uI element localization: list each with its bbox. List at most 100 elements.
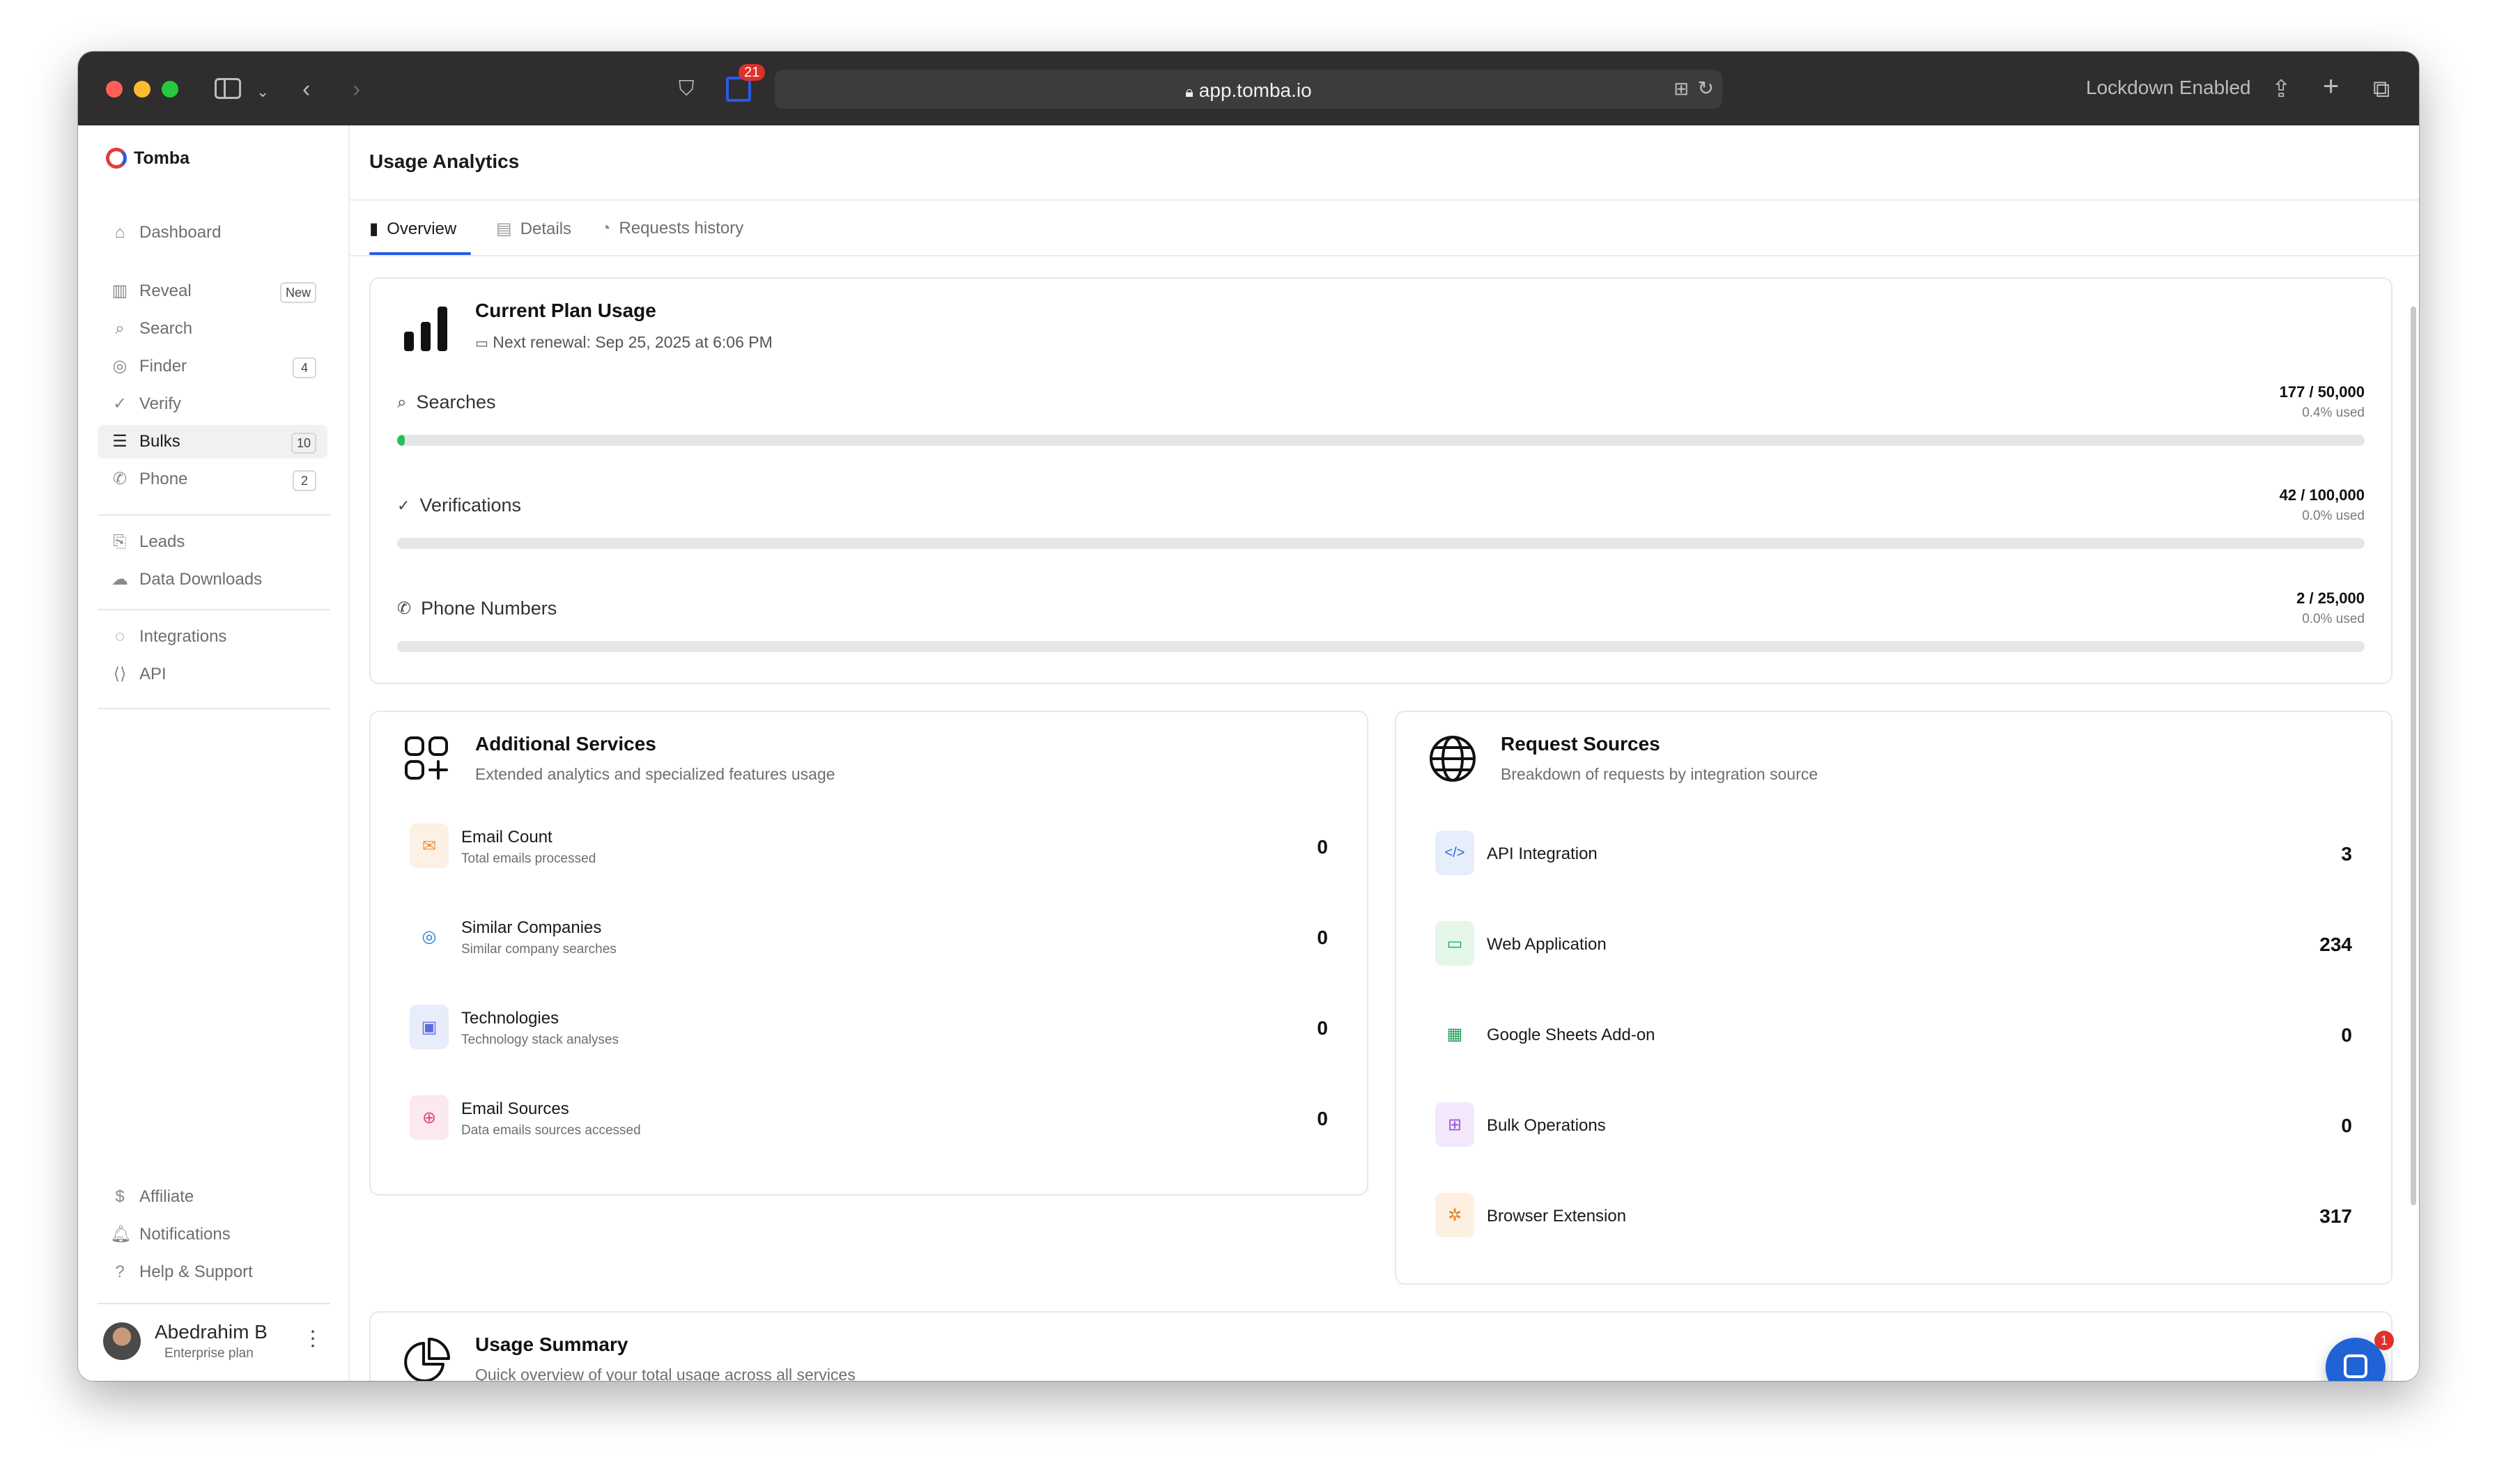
sidebar-item-bulks[interactable]: ☰ Bulks 10 bbox=[98, 425, 327, 458]
sidebar-toggle-icon[interactable] bbox=[215, 78, 241, 99]
forward-icon[interactable]: › bbox=[353, 75, 360, 103]
source-row-api: </> API Integration 3 bbox=[1435, 824, 2352, 879]
source-name: Browser Extension bbox=[1487, 1207, 1627, 1226]
usage-label-searches: ⌕ Searches bbox=[397, 392, 496, 412]
fingerprint-icon: ◎ bbox=[410, 914, 449, 959]
sidebar-item-integrations[interactable]: ◌ Integrations bbox=[98, 620, 327, 654]
tomba-logo-icon bbox=[106, 148, 127, 169]
sidebar-item-api[interactable]: ⟨⟩ API bbox=[98, 658, 327, 691]
sidebar-item-dashboard[interactable]: ⌂ Dashboard bbox=[98, 216, 327, 249]
service-row-email-count: ✉ Email Count Total emails processed 0 bbox=[410, 817, 1328, 872]
service-value: 0 bbox=[1317, 836, 1328, 858]
source-value: 234 bbox=[2319, 934, 2352, 955]
usage-value: 2 / 25,000 bbox=[2296, 589, 2365, 607]
tab-overview[interactable]: ▮ Overview bbox=[369, 219, 456, 239]
shield-icon[interactable]: ⛉ bbox=[679, 75, 695, 103]
tabs-divider bbox=[350, 255, 2419, 256]
page-title: Usage Analytics bbox=[369, 150, 520, 172]
avatar bbox=[103, 1322, 141, 1360]
chart-icon: ▤ bbox=[496, 219, 512, 238]
cloud-icon: ☁ bbox=[111, 570, 128, 589]
sidebar-item-leads[interactable]: ⎘ Leads bbox=[98, 525, 327, 559]
reload-icon[interactable]: ↻ bbox=[1698, 77, 1714, 100]
sidebar-item-finder[interactable]: ◎ Finder 4 bbox=[98, 350, 327, 383]
new-badge: New bbox=[279, 282, 316, 303]
source-row-bulk-operations: ⊞ Bulk Operations 0 bbox=[1435, 1095, 2352, 1151]
check-circle-icon: ✓ bbox=[397, 496, 410, 514]
tab-details[interactable]: ▤ Details bbox=[496, 219, 571, 239]
tab-requests-history[interactable]: ◔ Requests history bbox=[601, 219, 743, 238]
sidebar-item-label: Verify bbox=[139, 394, 182, 413]
renewal-text: ▭ Next renewal: Sep 25, 2025 at 6:06 PM bbox=[475, 333, 773, 351]
sidebar-item-reveal[interactable]: ▥ Reveal New bbox=[98, 275, 327, 308]
count-badge: 4 bbox=[293, 357, 316, 378]
usage-label-phone-numbers: ✆ Phone Numbers bbox=[397, 598, 557, 619]
sidebar: Tomba ⌂ Dashboard ▥ Reveal New ⌕ Search … bbox=[78, 125, 350, 1381]
sidebar-item-label: Integrations bbox=[139, 627, 227, 646]
code-icon: ⟨⟩ bbox=[113, 665, 127, 683]
sidebar-item-label: Search bbox=[139, 319, 193, 338]
sidebar-item-label: Data Downloads bbox=[139, 570, 263, 589]
globe-icon bbox=[1430, 736, 1476, 782]
sidebar-item-phone[interactable]: ✆ Phone 2 bbox=[98, 463, 327, 496]
sidebar-divider bbox=[98, 609, 330, 610]
grid-plus-icon: ⊞ bbox=[1435, 1102, 1474, 1147]
additional-services-card: Additional Services Extended analytics a… bbox=[369, 711, 1368, 1196]
usage-progress-fill bbox=[397, 435, 405, 446]
search-icon: ⌕ bbox=[397, 392, 407, 412]
sidebar-item-label: API bbox=[139, 665, 167, 683]
zoom-window-button[interactable] bbox=[162, 81, 178, 98]
service-value: 0 bbox=[1317, 1108, 1328, 1129]
sidebar-item-help[interactable]: ? Help & Support bbox=[98, 1255, 327, 1289]
usage-progress-bar bbox=[397, 641, 2365, 652]
sidebar-divider bbox=[98, 1303, 330, 1304]
plan-usage-title: Current Plan Usage bbox=[475, 300, 656, 321]
usage-progress-bar bbox=[397, 435, 2365, 446]
phone-icon: ✆ bbox=[397, 599, 412, 618]
minimize-window-button[interactable] bbox=[134, 81, 150, 98]
tabs-overview-icon[interactable]: ⧉ bbox=[2373, 75, 2390, 103]
user-profile[interactable]: Abedrahim B Enterprise plan bbox=[103, 1321, 268, 1361]
source-row-google-sheets: ▦ Google Sheets Add-on 0 bbox=[1435, 1005, 2352, 1060]
source-value: 317 bbox=[2319, 1205, 2352, 1227]
cpu-icon: ▣ bbox=[410, 1005, 449, 1049]
fingerprint-icon: ◌ bbox=[114, 627, 125, 646]
sidebar-item-verify[interactable]: ✓ Verify bbox=[98, 387, 327, 421]
sidebar-item-notifications[interactable]: 🔔︎ Notifications bbox=[98, 1218, 327, 1251]
address-bar[interactable]: 🔒︎ app.tomba.io ⊞ ↻ bbox=[775, 70, 1722, 109]
translate-icon[interactable]: ⊞ bbox=[1673, 78, 1689, 100]
bell-icon: 🔔︎ bbox=[110, 1225, 132, 1244]
sidebar-item-data-downloads[interactable]: ☁ Data Downloads bbox=[98, 563, 327, 596]
back-icon[interactable]: ‹ bbox=[302, 75, 310, 103]
usage-percent: 0.4% used bbox=[2302, 405, 2365, 420]
additional-services-subtitle: Extended analytics and specialized featu… bbox=[475, 765, 835, 783]
new-tab-icon[interactable]: + bbox=[2323, 72, 2339, 100]
usage-percent: 0.0% used bbox=[2302, 612, 2365, 626]
usage-value: 177 / 50,000 bbox=[2279, 383, 2365, 401]
sidebar-item-label: Phone bbox=[139, 470, 188, 488]
sidebar-item-affiliate[interactable]: $ Affiliate bbox=[98, 1180, 327, 1214]
sidebar-item-label: Dashboard bbox=[139, 223, 222, 242]
home-icon: ⌂ bbox=[114, 223, 125, 242]
close-window-button[interactable] bbox=[106, 81, 123, 98]
chevron-down-icon[interactable]: ⌄ bbox=[256, 78, 269, 106]
service-name: Technologies bbox=[461, 1009, 559, 1028]
code-icon: </> bbox=[1435, 830, 1474, 875]
scrollbar[interactable] bbox=[2411, 307, 2416, 1205]
browser-toolbar: ⌄ ‹ › ⛉ 21 🔒︎ app.tomba.io ⊞ ↻ Lockdown … bbox=[78, 52, 2419, 125]
pie-chart-icon bbox=[404, 1338, 450, 1381]
brand[interactable]: Tomba bbox=[106, 148, 190, 169]
service-name: Email Sources bbox=[461, 1099, 569, 1118]
sidebar-item-label: Finder bbox=[139, 357, 187, 376]
sidebar-divider bbox=[98, 708, 330, 709]
chat-badge: 1 bbox=[2374, 1331, 2394, 1350]
building-icon: ▥ bbox=[111, 281, 128, 300]
source-name: Bulk Operations bbox=[1487, 1116, 1606, 1135]
calendar-icon: ▭ bbox=[475, 336, 488, 351]
bar-chart-icon bbox=[404, 307, 447, 351]
apps-plus-icon bbox=[405, 736, 448, 780]
more-options-icon[interactable]: ⋮ bbox=[302, 1327, 323, 1351]
share-icon[interactable]: ⇪ bbox=[2271, 75, 2291, 103]
sidebar-item-search[interactable]: ⌕ Search bbox=[98, 312, 327, 346]
sidebar-item-label: Notifications bbox=[139, 1225, 231, 1244]
